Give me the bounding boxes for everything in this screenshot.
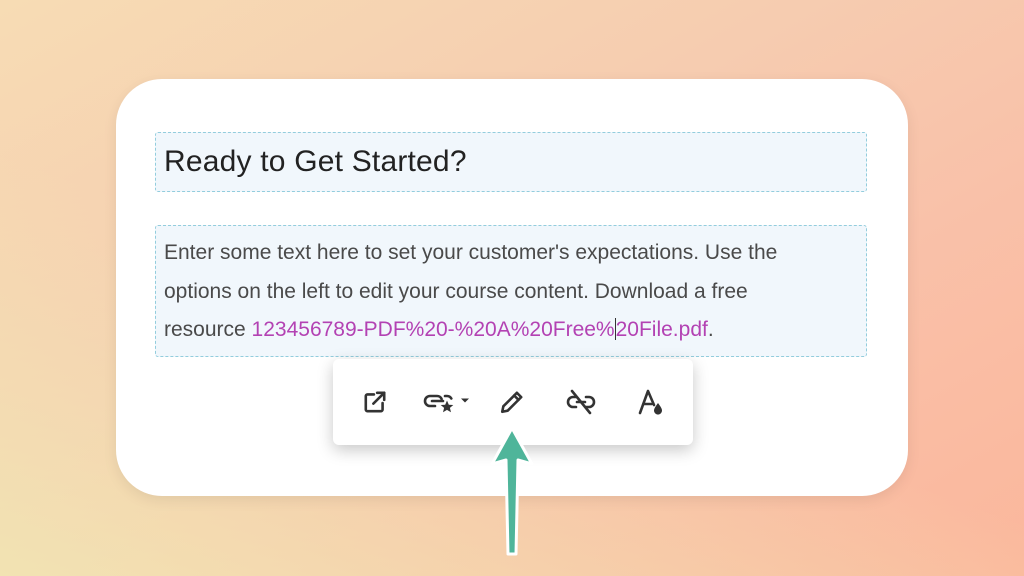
text-color-icon: [638, 389, 662, 415]
text-color-button[interactable]: [633, 384, 669, 420]
link-style-dropdown-icon: [423, 394, 469, 413]
heading-text[interactable]: Ready to Get Started?: [164, 145, 467, 179]
resource-link[interactable]: 123456789-PDF%20-%20A%20Free%20File.pdf: [252, 318, 708, 341]
unlink-button[interactable]: [563, 384, 599, 420]
body-paragraph[interactable]: Enter some text here to set your custome…: [164, 234, 858, 350]
edit-link-button[interactable]: [494, 384, 530, 420]
pointer-arrow-icon: [490, 426, 534, 556]
body-line-2: options on the left to edit your course …: [164, 279, 748, 303]
link-style-dropdown-button[interactable]: [419, 384, 475, 420]
resource-link-part-1[interactable]: 123456789-PDF%20-%20A%20Free%: [252, 318, 615, 341]
body-text-block[interactable]: Enter some text here to set your custome…: [155, 225, 867, 357]
resource-link-part-2[interactable]: 20File.pdf: [616, 318, 708, 341]
body-line-1: Enter some text here to set your custome…: [164, 241, 778, 264]
open-link-button[interactable]: [357, 384, 393, 420]
body-line-3-prefix: resource: [164, 318, 252, 341]
body-suffix: .: [707, 318, 714, 341]
heading-block[interactable]: Ready to Get Started?: [155, 132, 867, 192]
open-in-new-tab-icon: [364, 391, 386, 413]
unlink-icon: [566, 389, 596, 415]
pencil-edit-icon: [500, 391, 523, 414]
